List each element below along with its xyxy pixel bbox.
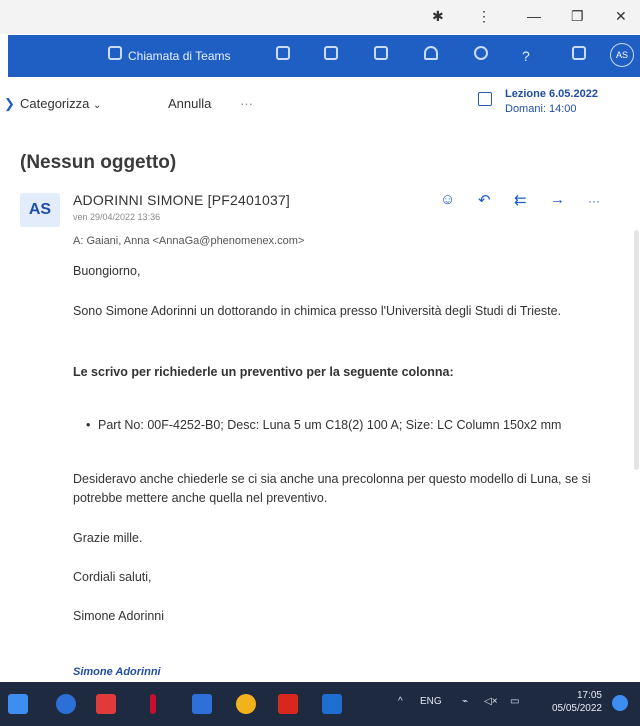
cancel-button[interactable]: Annulla — [168, 96, 211, 111]
clock-date: 05/05/2022 — [551, 703, 602, 714]
dropbox-icon[interactable] — [192, 694, 212, 714]
react-icon[interactable]: ☺ — [440, 191, 455, 208]
more-options-button[interactable]: ⋮ — [477, 8, 491, 25]
puzzle-icon[interactable]: ✱ — [432, 8, 444, 25]
sender-avatar[interactable]: AS — [20, 193, 60, 227]
categorize-label: Categorizza — [20, 96, 90, 111]
regards: Cordiali saluti, — [73, 570, 152, 584]
store-icon[interactable] — [96, 694, 116, 714]
message-subject: (Nessun oggetto) — [20, 152, 177, 173]
start-menu-icon[interactable] — [8, 694, 28, 714]
system-clock[interactable]: 17:05 05/05/2022 — [530, 689, 602, 715]
video-camera-icon — [108, 46, 122, 60]
bell-icon[interactable] — [424, 46, 438, 60]
window-titlebar: ✱ ⋮ — ❐ ✕ — [0, 0, 640, 34]
intro-paragraph: Sono Simone Adorinni un dottorando in ch… — [73, 304, 562, 318]
help-icon[interactable]: ? — [522, 35, 530, 77]
list-item: • Part No: 00F-4252-B0; Desc: Luna 5 um … — [86, 416, 598, 435]
office-icon[interactable] — [324, 46, 338, 60]
message-date: ven 29/04/2022 13:36 — [73, 212, 161, 222]
forward-message-icon[interactable]: → — [550, 191, 565, 208]
megaphone-icon[interactable] — [572, 46, 586, 60]
app-icon[interactable] — [150, 694, 156, 714]
thanks: Grazie mille. — [73, 531, 143, 545]
tray-chevron-icon[interactable]: ^ — [398, 696, 403, 707]
clock-time: 17:05 — [576, 690, 602, 701]
teams-bar: Chiamata di Teams ? AS — [8, 35, 640, 77]
greeting: Buongiorno, — [73, 264, 141, 278]
acrobat-icon[interactable] — [278, 694, 298, 714]
chevron-down-icon: ⌄ — [93, 100, 102, 111]
calendar-icon — [478, 92, 492, 106]
more-actions-button[interactable]: ··· — [240, 96, 253, 111]
account-avatar[interactable]: AS — [610, 43, 634, 67]
outlook-icon[interactable] — [322, 694, 342, 714]
maximize-button[interactable]: ❐ — [571, 8, 584, 25]
forward-icon[interactable] — [374, 46, 388, 60]
part-details: Part No: 00F-4252-B0; Desc: Luna 5 um C1… — [98, 418, 562, 432]
message-more-icon[interactable]: ··· — [588, 194, 600, 208]
bullet-dot: • — [86, 418, 91, 432]
reply-icon[interactable]: ↶ — [478, 191, 491, 209]
language-indicator[interactable]: ENG — [420, 696, 442, 707]
taskbar: ^ ENG ⌁ ◁× ▭ 17:05 05/05/2022 — [0, 682, 640, 726]
upcoming-event[interactable]: Lezione 6.05.2022 Domani: 14:00 — [505, 87, 598, 117]
tag-icon: ❯ — [4, 96, 15, 111]
close-button[interactable]: ✕ — [615, 8, 627, 25]
teams-call-button[interactable]: Chiamata di Teams — [128, 35, 231, 77]
scrollbar[interactable] — [634, 230, 639, 470]
notifications-icon[interactable] — [612, 695, 628, 711]
edge-icon[interactable] — [56, 694, 76, 714]
chrome-icon[interactable] — [236, 694, 256, 714]
categorize-button[interactable]: Categorizza ⌄ — [20, 96, 101, 111]
network-icon[interactable]: ⌁ — [462, 696, 468, 707]
minimize-button[interactable]: — — [527, 8, 541, 24]
request-paragraph: Le scrivo per richiederle un preventivo … — [73, 365, 454, 379]
extra-paragraph: Desideravo anche chiederle se ci sia anc… — [73, 472, 591, 505]
sender-name[interactable]: ADORINNI SIMONE [PF2401037] — [73, 192, 290, 208]
reply-all-icon[interactable]: ⇇ — [514, 191, 527, 209]
event-time: Domani: 14:00 — [505, 103, 577, 115]
recipient-line[interactable]: A: Gaiani, Anna <AnnaGa@phenomenex.com> — [73, 235, 304, 247]
event-title: Lezione 6.05.2022 — [505, 88, 598, 100]
chat-icon[interactable] — [276, 46, 290, 60]
sender-closing-name: Simone Adorinni — [73, 609, 165, 623]
email-signature: Simone Adorinni — [73, 666, 161, 678]
volume-icon[interactable]: ◁× — [484, 696, 498, 707]
battery-icon[interactable]: ▭ — [510, 696, 519, 707]
gear-icon[interactable] — [474, 46, 488, 60]
